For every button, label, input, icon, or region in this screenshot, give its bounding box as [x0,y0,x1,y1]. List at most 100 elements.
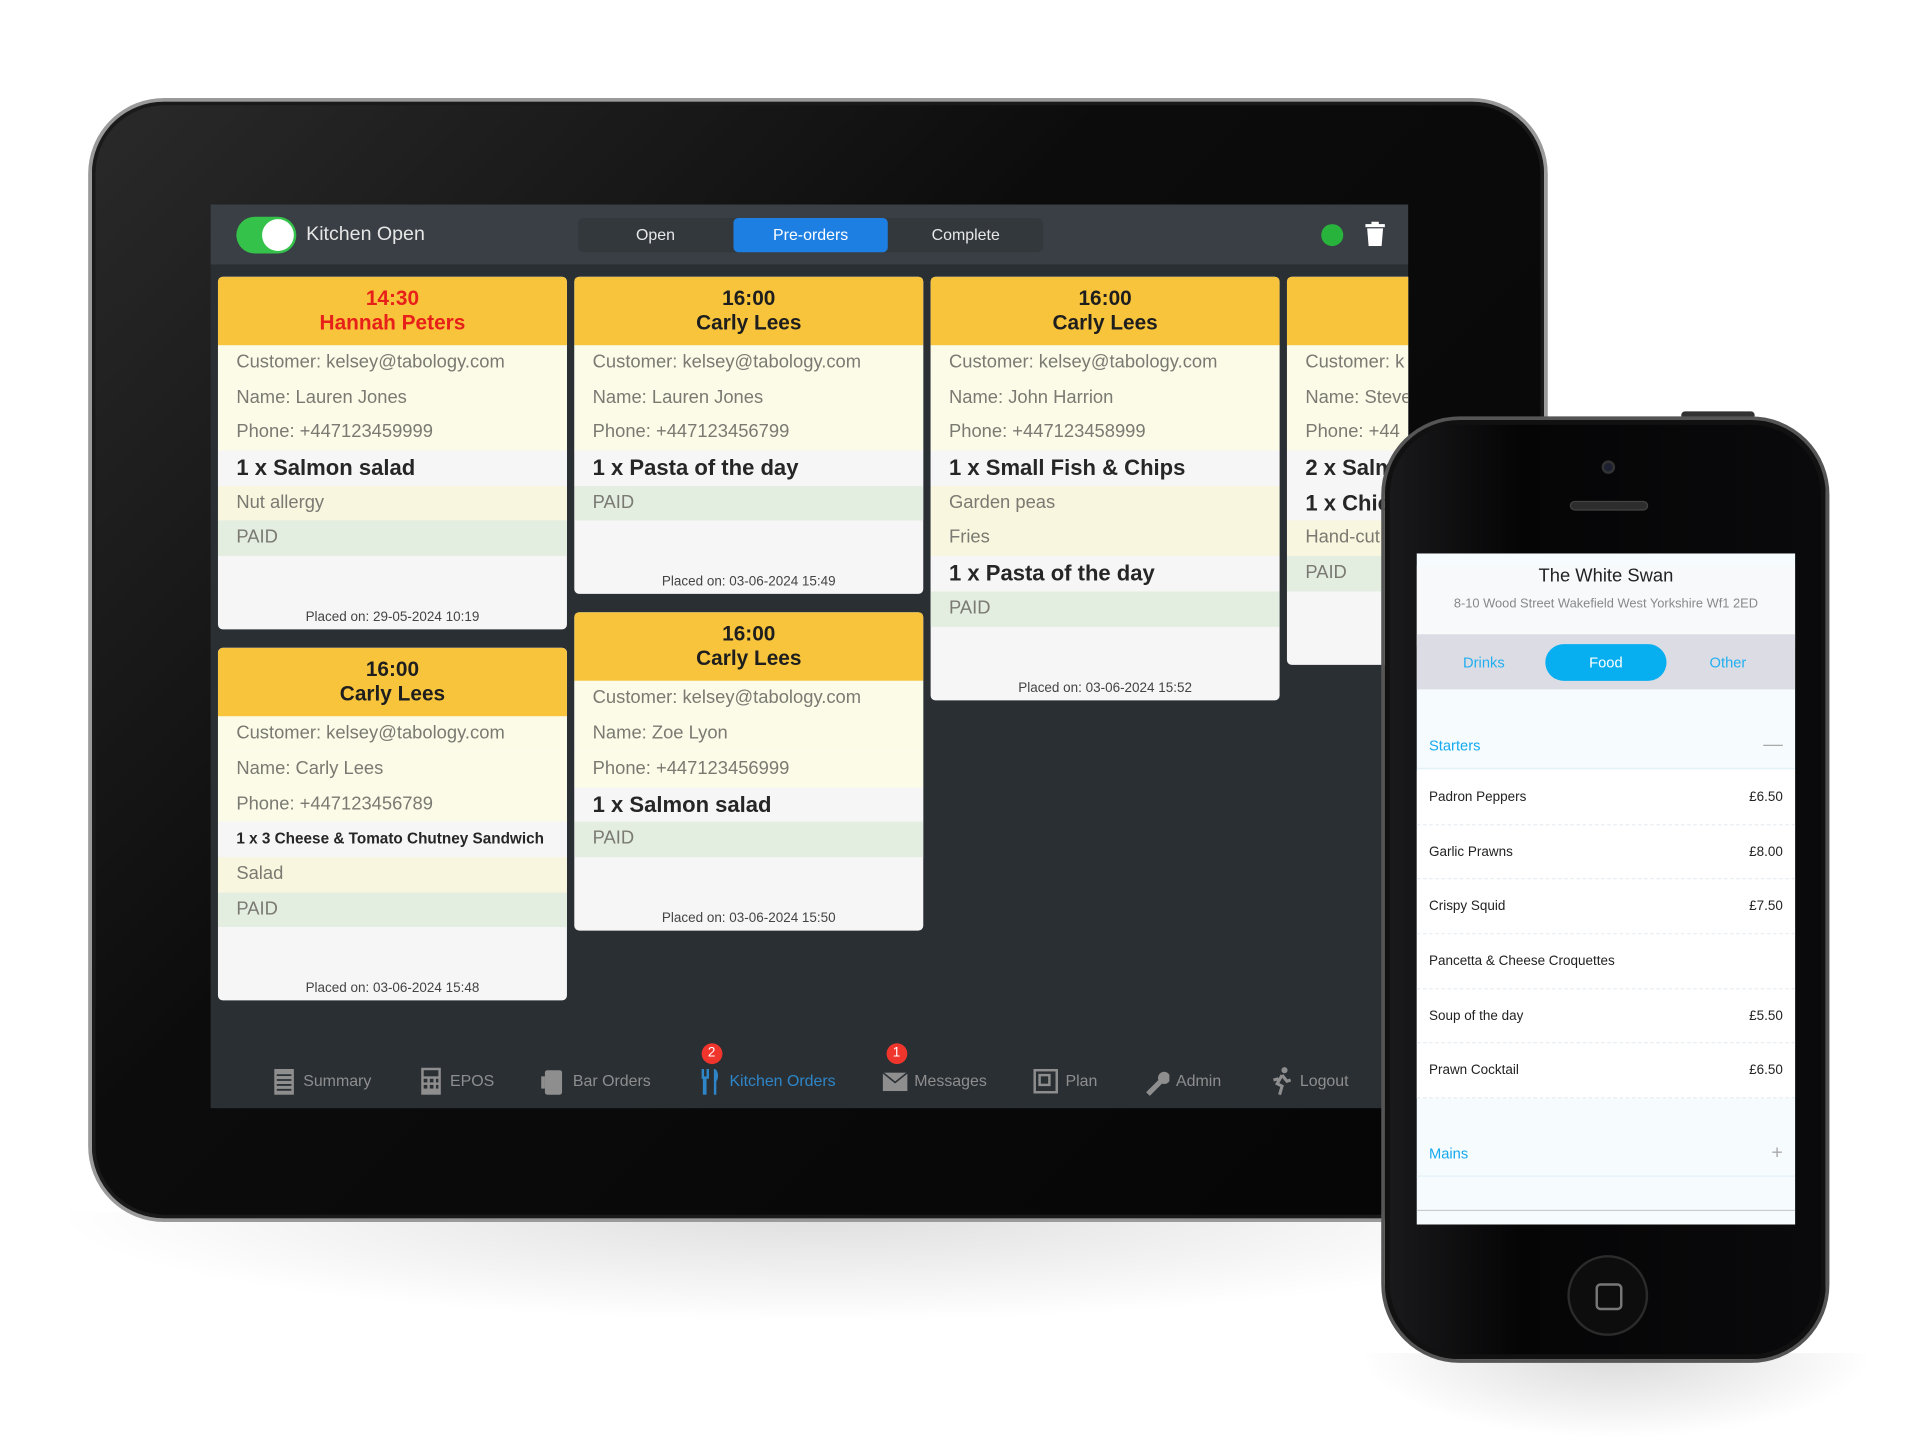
order-row-paid: PAID [574,821,924,857]
menu-item[interactable]: Pancetta & Cheese Croquettes [1416,934,1796,990]
order-card[interactable]: 16:00 Carly Lees Customer: kelsey@tabology… [930,276,1280,700]
order-row-info: Name: Lauren Jones [217,380,567,416]
placed-on: Placed on: 29-05-2024 10:19 [305,609,480,625]
order-row-info: Name: John Harrion [930,380,1280,416]
order-row-item-small: 1 x 3 Cheese & Tomato Chutney Sandwich [217,821,567,857]
order-row-item: 1 x Pasta of the day [574,450,924,486]
menu-item[interactable]: Prawn Cocktail £6.50 [1416,1044,1796,1099]
menu-item[interactable]: Crispy Squid £7.50 [1416,880,1796,935]
order-row-info: Name: Carly Lees [217,751,567,787]
nav-label: Summary [303,1071,372,1090]
expand-icon[interactable]: + [1771,1142,1782,1164]
nav-plan[interactable]: Plan [1032,1053,1097,1108]
order-row-item: 1 x Salmon salad [217,450,567,486]
order-footer: Placed on: 03-06-2024 15:50 [574,857,923,930]
venue-address: 8-10 Wood Street Wakefield West Yorkshir… [1453,596,1759,612]
order-time: 14:30 [365,286,420,310]
nav-label: Admin [1176,1071,1222,1090]
nav-logout[interactable]: Logout [1267,1053,1349,1108]
order-time: 16:00 [1078,286,1132,310]
placed-on: Placed on: 03-06-2024 15:52 [1018,680,1192,695]
nav-label: Plan [1065,1071,1098,1090]
category-starters[interactable]: Starters — [1416,722,1796,769]
nav-bar-orders[interactable]: Bar Orders [540,1053,651,1108]
menu-item-name: Crispy Squid [1428,899,1506,914]
tab-other[interactable]: Other [1667,643,1788,680]
nav-label: Bar Orders [572,1071,651,1090]
menu-screen: The White Swan 8-10 Wood Street Wakefiel… [1416,553,1796,1225]
nav-summary[interactable]: Summary [270,1053,371,1108]
order-column: 16:00 Carly Lees Customer: kelsey@tabology… [930,276,1280,718]
notification-badge: 1 [886,1043,907,1065]
order-footer: Placed on: 03-06-2024 15:48 [218,927,567,1000]
order-row-info: Phone: +447123458999 [930,415,1280,451]
nav-label: EPOS [450,1071,495,1090]
nav-label: Messages [914,1071,987,1090]
tab-open[interactable]: Open [578,218,733,252]
category-mains[interactable]: Mains + [1416,1130,1796,1177]
order-row-info: Customer: kelsey@tabology.com [574,681,924,717]
order-time: 16:00 [722,622,776,646]
placed-on: Placed on: 03-06-2024 15:48 [305,981,480,996]
menu-item[interactable]: Garlic Prawns £8.00 [1416,825,1796,880]
order-row-info: Phone: +447123456789 [217,786,567,822]
order-header: 14:30 Hannah Peters [217,276,567,346]
category-label: Starters [1428,736,1481,754]
kitchen-open-toggle[interactable] [236,216,297,254]
menu-item[interactable]: Padron Peppers £6.50 [1416,770,1796,825]
order-row-info: Phone: +447123456799 [574,415,924,451]
nav-kitchen-orders[interactable]: Kitchen Orders 2 [696,1043,836,1108]
venue-name: The White Swan [1538,565,1674,587]
order-name: Carly Lees [696,311,802,335]
tab-food[interactable]: Food [1545,643,1667,681]
order-card[interactable]: 16:00 Carly Lees Customer: kelsey@tabology… [217,647,567,1001]
nav-label: Logout [1299,1071,1349,1090]
kitchen-screen: Kitchen Open Open Pre-orders Complete 14… [210,204,1409,1109]
order-row-paid: PAID [217,892,567,928]
order-row-info: Customer: kelsey@tabology.com [930,345,1280,381]
placed-on: Placed on: 03-06-2024 15:50 [661,910,836,926]
wrench-icon [1146,1071,1170,1096]
order-header: 16:00 Carly Lees [574,276,924,346]
menu-item-name: Soup of the day [1428,1008,1524,1024]
order-header: 16:00 Carly Lees [930,276,1280,346]
nav-admin[interactable]: Admin [1143,1053,1221,1108]
order-card[interactable]: 14:30 Hannah Peters Customer: kelsey@tabol… [217,276,567,630]
order-row-info: Name: Zoe Lyon [574,716,924,752]
order-row-item: 1 x Small Fish & Chips [930,450,1280,486]
order-row-info: Phone: +447123456999 [574,751,924,787]
home-button[interactable] [1567,1255,1649,1336]
order-tabs: Open Pre-orders Complete [577,217,1044,253]
order-row-info: Phone: +44 [1286,415,1409,451]
order-footer: Placed on: 29-05-2024 10:19 [218,556,567,629]
order-header: 16:00 Carly Lees [217,647,567,717]
tab-complete[interactable]: Complete [888,218,1043,252]
collapse-icon[interactable]: — [1763,734,1783,756]
order-row-info: Customer: kelsey@tabology.com [217,716,567,752]
order-name: Carly Lees [339,682,446,706]
order-header: 16:00 Carly Lees [574,612,924,682]
summary-icon [273,1068,294,1095]
reflection [1359,1353,1874,1439]
placed-on: Placed on: 03-06-2024 15:49 [661,574,836,590]
order-card[interactable]: 16:00 Carly Lees Customer: kelsey@tabology… [574,612,924,931]
order-row-info: Customer: k [1286,345,1409,381]
beer-icon [541,1069,562,1095]
tab-drinks[interactable]: Drinks [1423,643,1544,680]
nav-label: Kitchen Orders [729,1071,836,1090]
nav-epos[interactable]: EPOS [417,1053,494,1108]
menu-item[interactable]: Soup of the day £5.50 [1416,989,1796,1044]
menu-item-price: £6.50 [1749,789,1783,805]
order-row-info: Phone: +447123459999 [217,415,567,451]
nav-messages[interactable]: Messages 1 [881,1043,987,1108]
tab-pre-orders[interactable]: Pre-orders [733,217,889,253]
order-row-note: Nut allergy [217,485,567,521]
order-row-info: Name: Steve [1286,380,1409,416]
reflection [48,1212,1580,1323]
menu-item-name: Pancetta & Cheese Croquettes [1428,953,1615,969]
order-card[interactable]: 16:00 Carly Lees Customer: kelsey@tabology… [574,276,924,595]
trash-icon[interactable] [1365,221,1385,247]
menu-tabs: Drinks Food Other [1416,634,1796,690]
fork-knife-icon [701,1068,718,1095]
kitchen-open-label: Kitchen Open [306,224,425,245]
